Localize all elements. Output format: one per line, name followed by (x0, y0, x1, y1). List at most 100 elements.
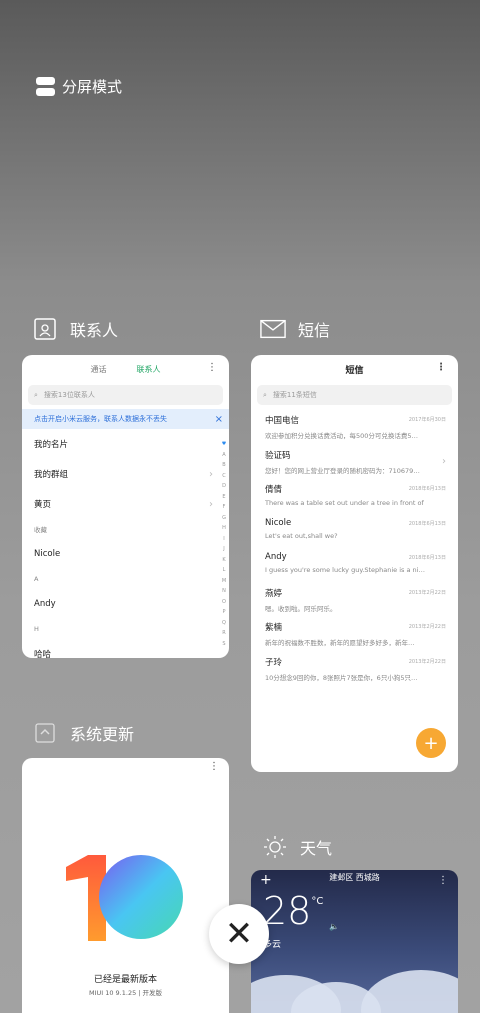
message-thread[interactable]: 中国电信 欢迎参加积分兑换话费活动，每500分可兑换话费5… 2017年6月30日 (251, 409, 458, 444)
alphabet-index-letter[interactable]: I (223, 534, 224, 545)
split-screen-mode-button[interactable]: 分屏模式 (36, 76, 122, 97)
sms-search-input[interactable]: ⌕ 搜索11条短信 (257, 385, 452, 405)
message-date: 2018年6月13日 (408, 555, 446, 561)
contacts-list: 我的名片 我的群组 › 黄页 › 收藏 Nicole A Andy H 哈哈 (22, 429, 229, 658)
alphabet-index-letter[interactable]: R (222, 628, 225, 639)
message-thread[interactable]: Nicole Let's eat out,shall we? 2018年6月13日 (251, 513, 458, 548)
list-item-yellow-pages[interactable]: 黄页 › (22, 489, 229, 519)
section-label: H (34, 625, 39, 633)
system-update-icon (32, 720, 58, 746)
search-icon: ⌕ (263, 390, 267, 399)
contact-name: Nicole (34, 549, 61, 559)
alphabet-index-letter[interactable]: S (222, 639, 225, 650)
alphabet-index-letter[interactable]: C (222, 471, 226, 482)
list-item-my-groups[interactable]: 我的群组 › (22, 459, 229, 489)
close-icon: ✕ (224, 914, 254, 954)
message-thread[interactable]: 倩倩 There was a table set out under a tree… (251, 478, 458, 513)
list-item-contact[interactable]: Andy (22, 589, 229, 619)
sms-title: 短信 (345, 365, 364, 376)
contacts-tab-bar: 通话 联系人 ⋮ (22, 355, 229, 383)
weather-location: 建邺区 西城路 (329, 873, 380, 882)
alphabet-index-letter[interactable]: K (222, 555, 225, 566)
contacts-app-card[interactable]: 通话 联系人 ⋮ ⌕ 搜索13位联系人 点击开启小米云服务，联系人数据永不丢失 … (22, 355, 229, 658)
alphabet-index-letter[interactable]: F (223, 502, 226, 513)
message-thread[interactable]: 紫楠 新年的祝福数不胜数，新年的愿望好多好多，新年… 2013年2月22日 (251, 616, 458, 651)
alphabet-index[interactable]: ♥ A B C D E F G H I J K L M N O P Q R S (220, 439, 228, 649)
message-thread[interactable]: 子玲 10分想念9回的你，8张照片7张是你，6只小狗5只… 2013年2月22日 (251, 651, 458, 686)
more-menu-icon[interactable]: ⋮ (207, 363, 217, 373)
sms-app-name: 短信 (298, 321, 331, 340)
list-item-contact[interactable]: 哈哈 (22, 639, 229, 658)
list-item-my-card[interactable]: 我的名片 (22, 429, 229, 459)
section-label: 收藏 (34, 526, 47, 534)
message-date: 2018年6月13日 (408, 486, 446, 492)
alphabet-index-letter[interactable]: B (222, 460, 225, 471)
chevron-right-icon: › (209, 468, 213, 480)
alphabet-index-letter[interactable]: N (222, 586, 226, 597)
temperature-value: 28 (263, 889, 312, 933)
contacts-app-header: 联系人 (32, 316, 118, 342)
speaker-icon[interactable]: 🔈 (329, 922, 339, 931)
new-message-button[interactable]: + (416, 728, 446, 758)
alphabet-index-letter[interactable]: ♥ (222, 439, 226, 450)
banner-text: 点击开启小米云服务，联系人数据永不丢失 (34, 415, 167, 423)
message-preview: 您好！您的网上营业厅登录的随机密码为：710679… (265, 466, 420, 475)
weather-app-card[interactable]: + 建邺区 西城路 ⋮ 28 °C 🔈 多云 (251, 870, 458, 1013)
message-preview: I guess you're some lucky guy.Stephanie … (265, 566, 425, 574)
alphabet-index-letter[interactable]: A (222, 450, 225, 461)
clear-all-button[interactable]: ✕ (209, 904, 269, 964)
temperature-display: 28 °C 🔈 (263, 890, 339, 932)
more-menu-icon[interactable]: ⋮ (438, 876, 448, 886)
message-date: 2013年2月22日 (408, 658, 446, 665)
update-version: MIUI 10 9.1.25 | 开发版 (88, 989, 163, 997)
alphabet-index-letter[interactable]: M (222, 576, 226, 587)
alphabet-index-letter[interactable]: J (223, 544, 224, 555)
alphabet-index-letter[interactable]: L (223, 565, 226, 576)
alphabet-index-letter[interactable]: Q (222, 618, 226, 629)
update-app-card[interactable]: ⋮ 已经是最新版本 MIUI 10 9.1.25 | 开发版 (22, 758, 229, 1013)
sms-app-card[interactable]: 短信 ⋮ ⌕ 搜索11条短信 中国电信 欢迎参加积分兑换话费活动，每500分可兑换… (251, 355, 458, 772)
tab-contacts[interactable]: 联系人 (137, 364, 161, 375)
message-date: 2013年2月22日 (408, 624, 446, 630)
contacts-app-name: 联系人 (70, 321, 119, 340)
search-placeholder: 搜索13位联系人 (43, 391, 95, 399)
message-thread[interactable]: 燕婷 嗯。收到啦。阿乐阿乐。 2013年2月22日 (251, 582, 458, 617)
alphabet-index-letter[interactable]: G (222, 513, 226, 524)
more-menu-icon[interactable]: ⋮ (436, 363, 446, 373)
message-preview: There was a table set out under a tree i… (265, 499, 425, 507)
alphabet-index-letter[interactable]: H (222, 523, 226, 534)
contacts-icon (32, 316, 58, 342)
chevron-right-icon: › (209, 498, 213, 510)
message-preview: 10分想念9回的你，8张照片7张是你，6只小狗5只… (265, 673, 418, 682)
cloud-service-banner[interactable]: 点击开启小米云服务，联系人数据永不丢失 × (22, 409, 229, 429)
more-menu-icon[interactable]: ⋮ (209, 762, 219, 772)
message-thread[interactable]: Andy I guess you're some lucky guy.Stepha… (251, 547, 458, 582)
contact-name: Andy (34, 599, 56, 609)
section-header-a: A (22, 569, 229, 589)
cloud-graphic (361, 970, 458, 1013)
message-preview: 嗯。收到啦。阿乐阿乐。 (265, 604, 337, 613)
list-item-contact[interactable]: Nicole (22, 539, 229, 569)
message-preview: 欢迎参加积分兑换话费活动，每500分可兑换话费5… (265, 432, 419, 440)
weather-app-name: 天气 (300, 839, 333, 858)
miui-10-logo (66, 855, 186, 949)
close-icon[interactable]: × (215, 414, 223, 425)
update-status: 已经是最新版本 (93, 975, 157, 985)
tab-calls[interactable]: 通话 (91, 364, 107, 375)
alphabet-index-letter[interactable]: P (222, 607, 225, 618)
split-screen-icon (36, 77, 55, 96)
temperature-unit: °C (311, 896, 324, 907)
contacts-search-input[interactable]: ⌕ 搜索13位联系人 (28, 385, 223, 405)
alphabet-index-letter[interactable]: O (222, 597, 226, 608)
contact-name: 哈哈 (34, 650, 52, 658)
section-label: A (34, 575, 39, 583)
split-screen-label: 分屏模式 (62, 78, 123, 96)
section-header-h: H (22, 619, 229, 639)
alphabet-index-letter[interactable]: D (222, 481, 226, 492)
update-app-name: 系统更新 (70, 725, 135, 744)
message-thread[interactable]: 验证码 您好！您的网上营业厅登录的随机密码为：710679… › (251, 444, 458, 479)
list-item-label: 我的名片 (34, 440, 69, 450)
list-item-label: 我的群组 (34, 470, 69, 480)
alphabet-index-letter[interactable]: E (222, 492, 225, 503)
sms-title-bar: 短信 ⋮ (251, 355, 458, 383)
